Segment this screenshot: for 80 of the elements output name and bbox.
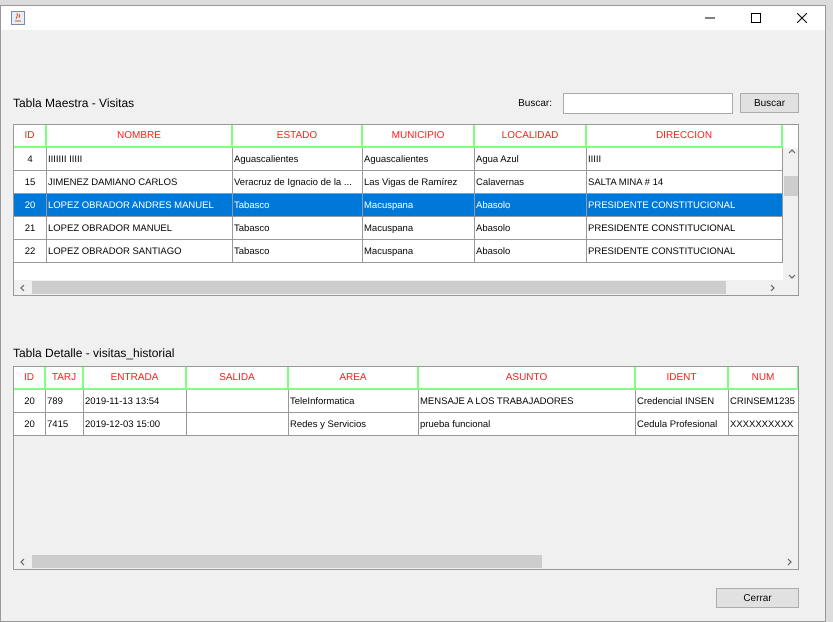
vertical-scrollbar[interactable]	[783, 125, 798, 280]
table-cell[interactable]: 2019-11-13 13:54	[84, 390, 187, 413]
table-cell[interactable]: Macuspana	[363, 194, 475, 217]
table-cell[interactable]: Tabasco	[233, 217, 363, 240]
table-cell[interactable]: Calavernas	[475, 171, 587, 194]
scroll-left-icon[interactable]	[19, 558, 27, 566]
close-button[interactable]: Cerrar	[716, 588, 799, 608]
table-cell[interactable]: SALTA MINA # 14	[587, 171, 783, 194]
table-cell[interactable]: MENSAJE A LOS TRABAJADORES	[419, 390, 636, 413]
table-cell[interactable]: Las Vigas de Ramírez	[363, 171, 475, 194]
scrollbar-thumb[interactable]	[32, 281, 726, 294]
table-cell[interactable]: 7415	[46, 413, 84, 436]
table-cell[interactable]: 21	[14, 217, 47, 240]
column-header[interactable]: IDENT	[636, 367, 729, 390]
column-header[interactable]: MUNICIPIO	[363, 125, 475, 148]
table-cell[interactable]: Abasolo	[475, 240, 587, 263]
column-header[interactable]: ID	[14, 367, 46, 390]
scrollbar-thumb[interactable]	[784, 176, 798, 196]
table-cell[interactable]: 20	[14, 390, 46, 413]
column-header[interactable]: ASUNTO	[419, 367, 636, 390]
section-title: Tabla Maestra - Visitas	[13, 96, 134, 110]
table-cell[interactable]: Abasolo	[475, 194, 587, 217]
table-cell[interactable]: TeleInformatica	[289, 390, 419, 413]
table-cell[interactable]: Tabasco	[233, 240, 363, 263]
table-cell[interactable]: Veracruz de Ignacio de la ...	[233, 171, 363, 194]
table-cell[interactable]: 20	[14, 413, 46, 436]
table-cell[interactable]: prueba funcional	[419, 413, 636, 436]
column-header[interactable]: ESTADO	[233, 125, 363, 148]
table-cell[interactable]: PRESIDENTE CONSTITUCIONAL	[587, 194, 783, 217]
scroll-down-icon[interactable]	[788, 272, 796, 280]
horizontal-scrollbar[interactable]	[14, 280, 798, 295]
scroll-right-icon[interactable]	[785, 558, 793, 566]
column-header[interactable]: SALIDA	[187, 367, 289, 390]
close-icon	[797, 13, 807, 23]
table-cell[interactable]: LOPEZ OBRADOR SANTIAGO	[47, 240, 233, 263]
table-cell[interactable]: IIIII	[587, 148, 783, 171]
table-cell[interactable]: Agua Azul	[475, 148, 587, 171]
column-header[interactable]: NOMBRE	[47, 125, 233, 148]
table-cell[interactable]: CRINSEM1235	[729, 390, 798, 413]
column-header[interactable]: NUM	[729, 367, 798, 390]
column-header[interactable]: DIRECCION	[587, 125, 783, 148]
table-cell[interactable]: Cedula Profesional	[636, 413, 729, 436]
table-cell[interactable]: Credencial INSEN	[636, 390, 729, 413]
search-label: Buscar:	[518, 98, 552, 108]
column-header[interactable]: ENTRADA	[84, 367, 187, 390]
table-cell[interactable]: LOPEZ OBRADOR MANUEL	[47, 217, 233, 240]
table-cell[interactable]: PRESIDENTE CONSTITUCIONAL	[587, 240, 783, 263]
column-header[interactable]: LOCALIDAD	[475, 125, 587, 148]
table-cell[interactable]: Redes y Servicios	[289, 413, 419, 436]
table-cell[interactable]: 20	[14, 194, 47, 217]
table-cell[interactable]: Aguascalientes	[233, 148, 363, 171]
column-header[interactable]: ID	[14, 125, 47, 148]
table-cell[interactable]: XXXXXXXXXX	[729, 413, 798, 436]
scroll-left-icon[interactable]	[19, 284, 27, 292]
scroll-up-icon[interactable]	[788, 148, 796, 156]
table-cell[interactable]: 2019-12-03 15:00	[84, 413, 187, 436]
table-cell[interactable]	[187, 413, 289, 436]
table-cell[interactable]: PRESIDENTE CONSTITUCIONAL	[587, 217, 783, 240]
maximize-icon	[751, 13, 761, 23]
column-header[interactable]: AREA	[289, 367, 419, 390]
scrollbar-thumb[interactable]	[32, 555, 542, 568]
search-button[interactable]: Buscar	[740, 93, 799, 113]
table-cell[interactable]: LOPEZ OBRADOR ANDRES MANUEL	[47, 194, 233, 217]
app-icon	[11, 11, 25, 25]
table-cell[interactable]: Abasolo	[475, 217, 587, 240]
scroll-right-icon[interactable]	[768, 284, 776, 292]
table-cell[interactable]: Macuspana	[363, 217, 475, 240]
table-cell[interactable]: Tabasco	[233, 194, 363, 217]
search-field[interactable]	[563, 92, 733, 114]
table-cell[interactable]: 22	[14, 240, 47, 263]
section-title: Tabla Detalle - visitas_historial	[13, 346, 176, 360]
table-cell[interactable]: Aguascalientes	[363, 148, 475, 171]
table-cell[interactable]: 4	[14, 148, 47, 171]
table-cell[interactable]: Macuspana	[363, 240, 475, 263]
table-cell[interactable]	[187, 390, 289, 413]
column-header[interactable]: TARJ	[46, 367, 84, 390]
table-cell[interactable]: 15	[14, 171, 47, 194]
table-cell[interactable]: JIMENEZ DAMIANO CARLOS	[47, 171, 233, 194]
table-cell[interactable]: 789	[46, 390, 84, 413]
table-cell[interactable]: IIIIIII IIIII	[47, 148, 233, 171]
